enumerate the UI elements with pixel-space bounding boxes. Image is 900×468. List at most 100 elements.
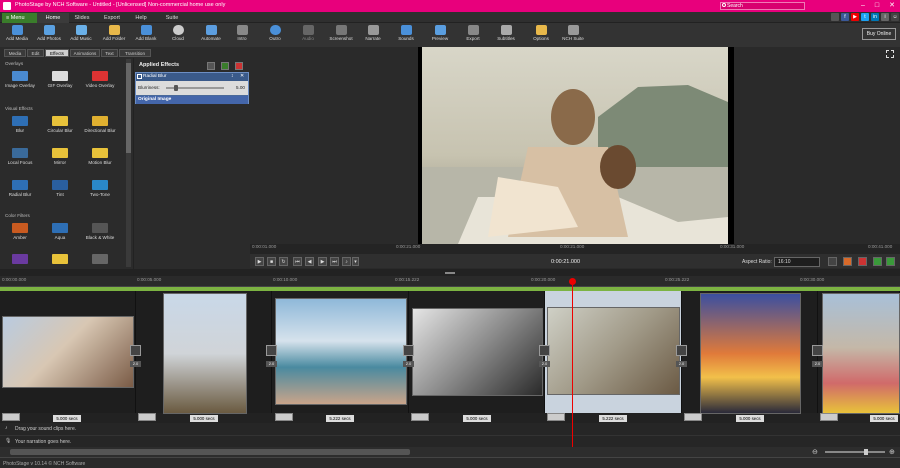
outro-button[interactable]: Outro: [262, 25, 288, 46]
prev-frame-button[interactable]: ◀: [305, 257, 314, 266]
zoom-handle[interactable]: [864, 449, 868, 455]
slider-handle[interactable]: [174, 85, 178, 91]
audio-button[interactable]: [275, 413, 293, 421]
twitter-icon[interactable]: t: [861, 13, 869, 21]
screenshot-button[interactable]: Screenshot: [325, 25, 357, 46]
local-focus-effect[interactable]: Local Focus: [0, 147, 40, 171]
clip-thumbnail[interactable]: [275, 298, 407, 405]
paste-effect-button[interactable]: [221, 62, 229, 70]
amber-effect[interactable]: Amber: [0, 222, 40, 246]
crop-button[interactable]: [828, 257, 837, 266]
export-button[interactable]: Export: [460, 25, 486, 46]
original-image-item[interactable]: Original Image: [136, 96, 248, 104]
social-icon[interactable]: [831, 13, 839, 21]
two-tone-effect[interactable]: Two-Tone: [80, 179, 120, 203]
stop-button[interactable]: ■: [267, 257, 276, 266]
transition-icon[interactable]: [130, 345, 141, 356]
timeline-scrollbar[interactable]: ⊖ ⊕: [0, 447, 900, 457]
minimize-button[interactable]: –: [856, 1, 870, 11]
rotate-button[interactable]: [843, 257, 852, 266]
clip-thumbnail[interactable]: [412, 308, 543, 396]
nch-suite-button[interactable]: NCH Suite: [560, 25, 586, 46]
tab-media[interactable]: Media: [4, 49, 26, 57]
sounds-button[interactable]: Sounds: [393, 25, 419, 46]
search-input[interactable]: Search: [720, 2, 805, 10]
zoom-slider[interactable]: [825, 451, 885, 453]
timeline-splitter[interactable]: [445, 272, 455, 274]
radial-blur-effect[interactable]: Radial Blur: [0, 179, 40, 203]
buy-online-button[interactable]: Buy Online: [862, 28, 896, 40]
audio-button[interactable]: [684, 413, 702, 421]
narration-track[interactable]: 🎙 Your narration goes here.: [0, 435, 900, 447]
copy-effect-button[interactable]: [207, 62, 215, 70]
volume-button[interactable]: ♪: [342, 257, 351, 266]
black-white-effect[interactable]: Black & White: [80, 222, 120, 246]
youtube-icon[interactable]: ▶: [851, 13, 859, 21]
tab-help[interactable]: Help: [125, 13, 157, 23]
close-effect-icon[interactable]: ✕: [240, 73, 244, 79]
color-filter-effect[interactable]: [40, 253, 80, 267]
intro-button[interactable]: Intro: [229, 25, 255, 46]
transition-icon[interactable]: [676, 345, 687, 356]
timeline-ruler[interactable]: [0, 276, 900, 287]
scrollbar-thumb[interactable]: [10, 449, 410, 455]
tab-suite[interactable]: Suite: [156, 13, 188, 23]
tint-effect[interactable]: Tint: [40, 179, 80, 203]
audio-button[interactable]: Audio: [295, 25, 321, 46]
aqua-effect[interactable]: Aqua: [40, 222, 80, 246]
cloud-button[interactable]: Cloud: [164, 25, 192, 46]
gif-overlay-effect[interactable]: GIF Overlay: [40, 70, 80, 94]
move-effect-icon[interactable]: ↕: [231, 73, 234, 79]
audio-button[interactable]: [138, 413, 156, 421]
info-icon[interactable]: i: [881, 13, 889, 21]
clip-thumbnail[interactable]: [163, 293, 247, 414]
add-music-button[interactable]: Add Music: [66, 25, 96, 46]
blurriness-value[interactable]: 5.00: [236, 85, 245, 90]
circular-blur-effect[interactable]: Circular Blur: [40, 115, 80, 139]
menu-button[interactable]: ≡ Menu: [2, 13, 38, 23]
playhead-handle[interactable]: [569, 278, 576, 285]
loop-button[interactable]: ↻: [279, 257, 288, 266]
move-right-button[interactable]: [886, 257, 895, 266]
move-left-button[interactable]: [873, 257, 882, 266]
go-end-button[interactable]: ⏭: [330, 257, 339, 266]
narrate-button[interactable]: Narrate: [360, 25, 386, 46]
add-blank-button[interactable]: Add Blank: [131, 25, 161, 46]
options-button[interactable]: Options: [528, 25, 554, 46]
subtitles-button[interactable]: Subtitles: [493, 25, 519, 46]
scrollbar-thumb[interactable]: [126, 63, 131, 153]
zoom-out-icon[interactable]: ⊖: [812, 448, 818, 456]
tab-home[interactable]: Home: [37, 13, 69, 23]
tab-effects[interactable]: Effects: [45, 49, 69, 57]
effects-scrollbar[interactable]: [126, 59, 131, 267]
delete-button[interactable]: [858, 257, 867, 266]
video-overlay-effect[interactable]: Video Overlay: [80, 70, 120, 94]
clip-thumbnail[interactable]: [2, 316, 134, 388]
sound-track[interactable]: ♪ Drag your sound clips here.: [0, 423, 900, 435]
audio-button[interactable]: [411, 413, 429, 421]
add-media-button[interactable]: Add Media: [2, 25, 32, 46]
tab-slides[interactable]: Slides: [66, 13, 98, 23]
close-button[interactable]: ✕: [885, 1, 899, 11]
image-overlay-effect[interactable]: Image Overlay: [0, 70, 40, 94]
add-photos-button[interactable]: Add Photos: [33, 25, 65, 46]
audio-button[interactable]: [820, 413, 838, 421]
audio-button[interactable]: [547, 413, 565, 421]
transition-icon[interactable]: [812, 345, 823, 356]
remove-effect-button[interactable]: [235, 62, 243, 70]
motion-blur-effect[interactable]: Motion Blur: [80, 147, 120, 171]
tab-edit[interactable]: Edit: [27, 49, 44, 57]
fullscreen-icon[interactable]: [886, 50, 894, 58]
add-folder-button[interactable]: Add Folder: [99, 25, 129, 46]
clip-thumbnail[interactable]: [822, 293, 900, 414]
transition-icon[interactable]: [266, 345, 277, 356]
tab-transition[interactable]: Transition: [119, 49, 151, 57]
tab-animations[interactable]: Animations: [70, 49, 100, 57]
audio-button[interactable]: [2, 413, 20, 421]
directional-blur-effect[interactable]: Directional Blur: [80, 115, 120, 139]
color-filter-effect[interactable]: [0, 253, 40, 267]
clip-thumbnail[interactable]: [547, 307, 680, 395]
transition-icon[interactable]: [403, 345, 414, 356]
aspect-ratio-select[interactable]: 16:10: [774, 257, 820, 267]
go-start-button[interactable]: ⏮: [293, 257, 302, 266]
